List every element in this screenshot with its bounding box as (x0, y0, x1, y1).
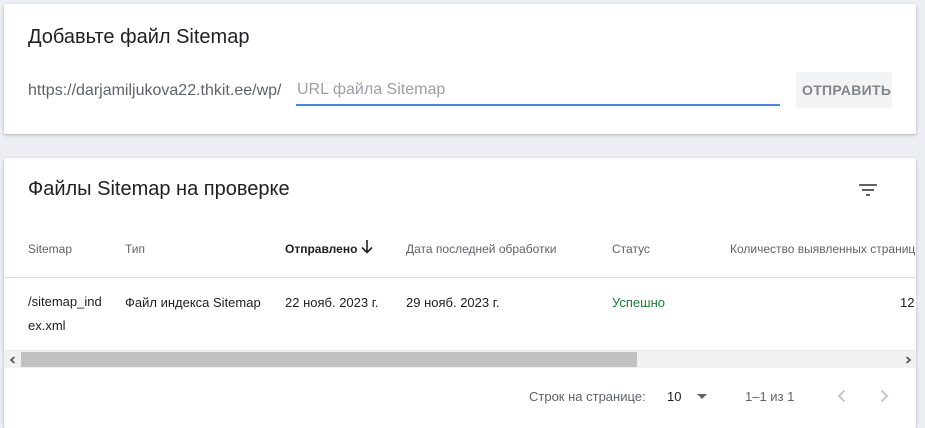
sitemap-url-prefix: https://darjamiljukova22.thkit.ee/wp/ (28, 82, 282, 99)
chevron-right-icon (880, 389, 889, 403)
column-header-discovered-pages[interactable]: Количество выявленных страниц (730, 242, 915, 256)
sitemap-path-cell: /sitemap_index.xml (28, 294, 102, 333)
scroll-right-icon[interactable] (899, 351, 916, 368)
add-sitemap-title: Добавьте файл Sitemap (28, 26, 250, 48)
filter-button[interactable] (852, 174, 884, 206)
sitemap-url-input[interactable] (296, 76, 780, 106)
next-page-button[interactable] (870, 382, 898, 410)
column-header-submitted[interactable]: Отправлено (285, 242, 357, 256)
chevron-left-icon (837, 389, 846, 403)
rows-per-page-label: Строк на странице: (529, 389, 646, 404)
column-header-last-read[interactable]: Дата последней обработки (406, 242, 556, 256)
submitted-sitemaps-card: Файлы Sitemap на проверке Sitemap Тип От… (4, 158, 916, 428)
last-read-cell: 29 нояб. 2023 г. (406, 295, 500, 310)
previous-page-button[interactable] (828, 382, 856, 410)
rows-per-page-value: 10 (667, 389, 682, 404)
scroll-left-icon[interactable] (4, 351, 21, 368)
column-header-status[interactable]: Статус (612, 242, 650, 256)
scrollbar-thumb[interactable] (21, 352, 637, 367)
pagination-range: 1–1 из 1 (745, 389, 795, 404)
type-cell: Файл индекса Sitemap (125, 295, 261, 310)
submitted-cell: 22 нояб. 2023 г. (285, 295, 379, 310)
discovered-pages-cell: 12 (900, 295, 915, 310)
status-cell: Успешно (612, 295, 665, 310)
add-sitemap-card: Добавьте файл Sitemap https://darjamilju… (4, 4, 916, 134)
horizontal-scrollbar[interactable] (4, 350, 916, 368)
header-divider (4, 277, 916, 278)
column-header-sitemap[interactable]: Sitemap (28, 242, 72, 256)
column-header-type[interactable]: Тип (125, 242, 145, 256)
filter-icon (859, 184, 877, 196)
submitted-sitemaps-title: Файлы Sitemap на проверке (28, 178, 290, 200)
submit-sitemap-button[interactable]: ОТПРАВИТЬ (796, 72, 892, 108)
arrow-down-icon[interactable] (360, 239, 374, 255)
dropdown-arrow-icon (697, 394, 707, 399)
rows-per-page-select[interactable]: 10 (667, 384, 715, 408)
